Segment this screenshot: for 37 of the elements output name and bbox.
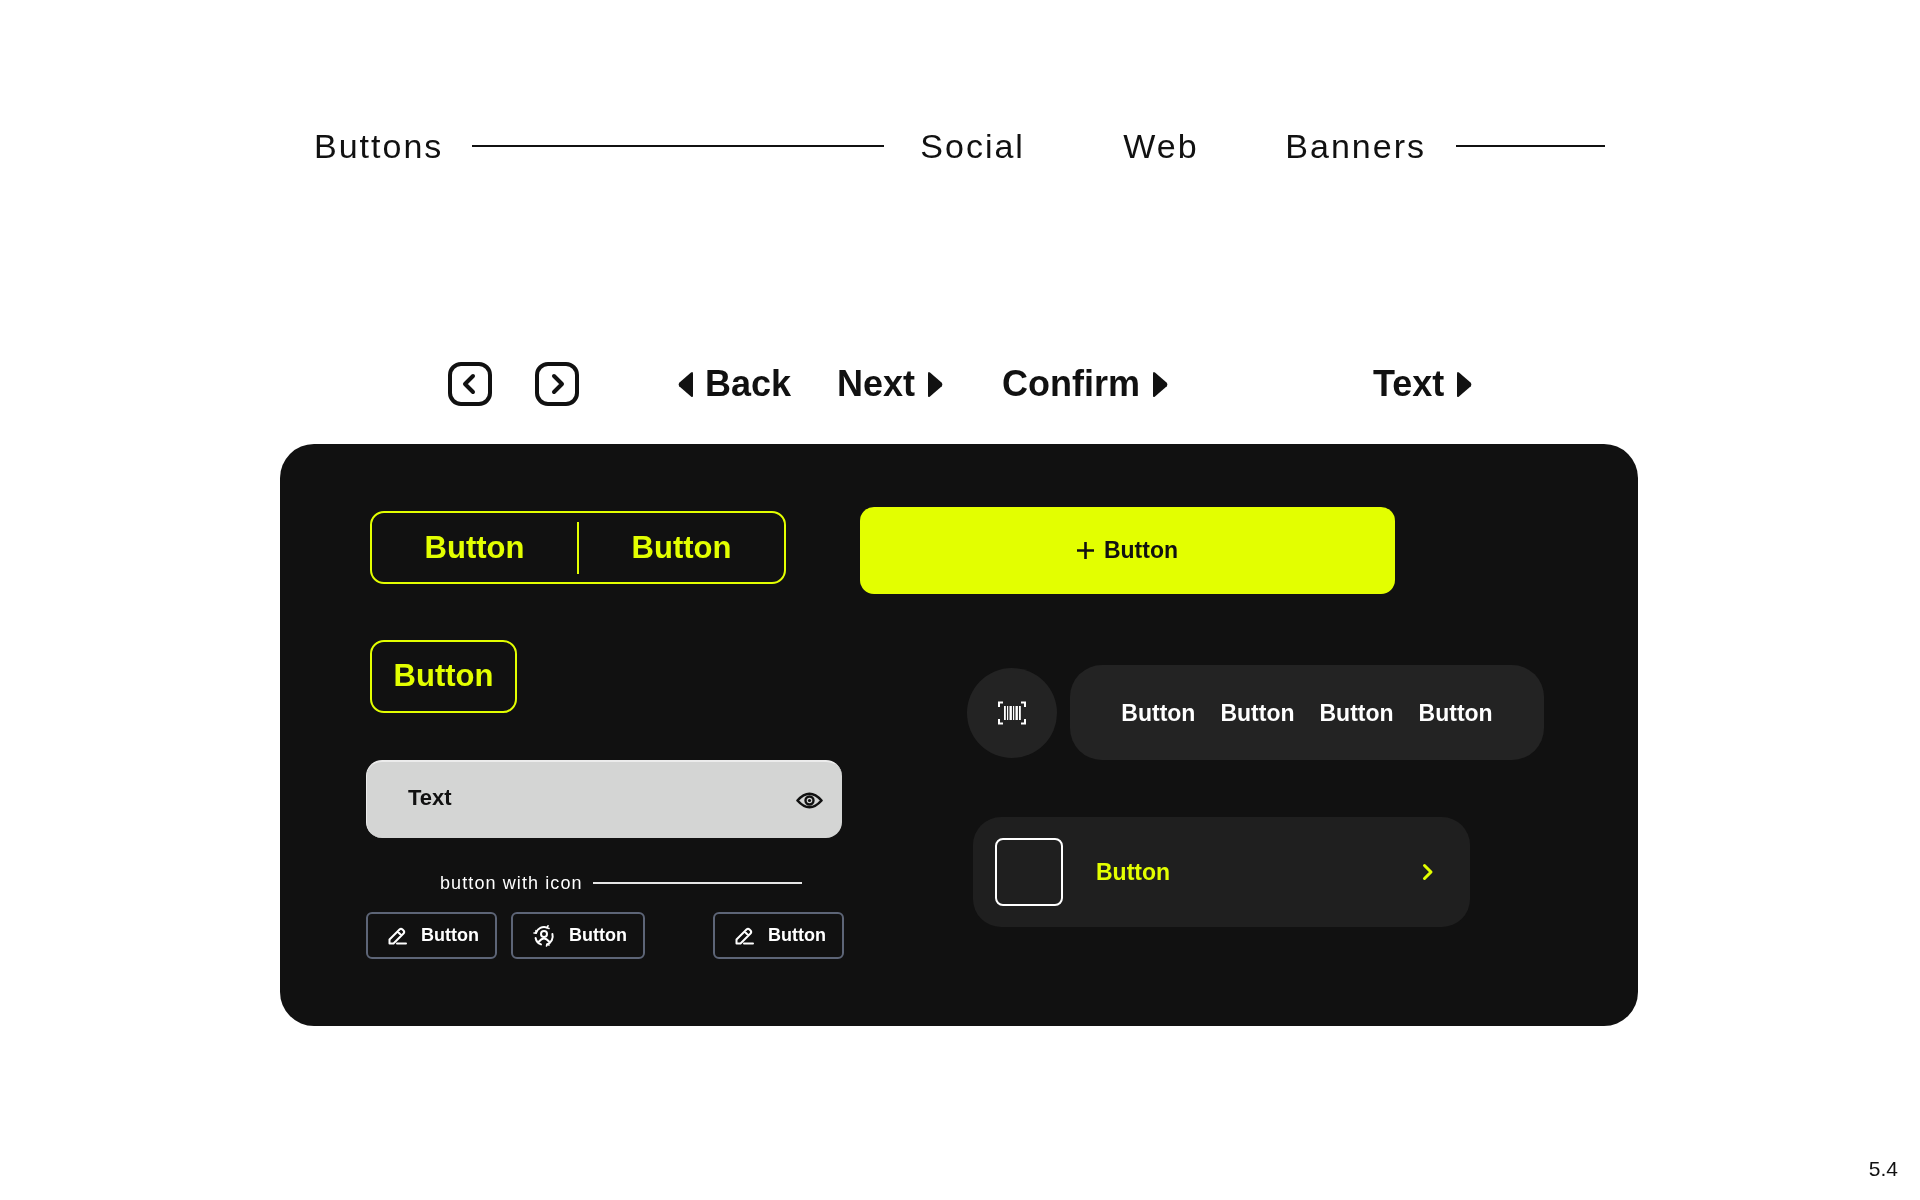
icon-button[interactable]: Button bbox=[713, 912, 844, 959]
pencil-icon bbox=[735, 926, 754, 945]
thumbnail-placeholder bbox=[995, 838, 1063, 906]
icon-button[interactable]: Button bbox=[366, 912, 497, 959]
triangle-right-icon bbox=[1457, 370, 1473, 398]
section-caption: button with icon bbox=[440, 872, 583, 894]
eye-icon[interactable] bbox=[796, 790, 823, 810]
triangle-right-icon bbox=[928, 370, 944, 398]
segment-button[interactable]: Button bbox=[1418, 697, 1493, 728]
outline-button[interactable]: Button bbox=[370, 640, 517, 713]
page-number: 5.4 bbox=[1868, 1157, 1898, 1181]
segment-button[interactable]: Button bbox=[1319, 697, 1394, 728]
back-button[interactable]: Back bbox=[678, 362, 792, 406]
text-field[interactable]: Text bbox=[366, 760, 842, 838]
plus-icon bbox=[1076, 542, 1094, 559]
chevron-right-icon[interactable] bbox=[535, 362, 579, 406]
triangle-left-icon bbox=[678, 370, 693, 398]
triangle-right-icon bbox=[1153, 370, 1168, 398]
nav-link[interactable]: Banners bbox=[1285, 126, 1426, 166]
chevron-left-icon[interactable] bbox=[448, 362, 492, 406]
pencil-icon bbox=[388, 926, 407, 945]
nav-link[interactable]: Social bbox=[920, 126, 1025, 166]
nav-link[interactable]: Web bbox=[1123, 126, 1199, 166]
split-button-segment[interactable]: Button bbox=[424, 527, 525, 568]
user-circle-icon bbox=[533, 924, 555, 947]
icon-button[interactable]: Button bbox=[511, 912, 645, 959]
forward-button[interactable]: Confirm bbox=[1002, 362, 1168, 406]
segment-button[interactable]: Button bbox=[1121, 697, 1196, 728]
list-item[interactable]: Button bbox=[973, 817, 1470, 927]
forward-button[interactable]: Next bbox=[837, 362, 944, 406]
split-button-segment[interactable]: Button bbox=[631, 527, 732, 568]
scan-icon[interactable] bbox=[967, 667, 1057, 758]
forward-button[interactable]: Text bbox=[1373, 362, 1473, 406]
nav-link[interactable]: Buttons bbox=[314, 126, 444, 166]
primary-button[interactable]: Button bbox=[860, 507, 1395, 594]
chevron-right-icon bbox=[1422, 863, 1434, 881]
segment-button[interactable]: Button bbox=[1220, 697, 1295, 728]
